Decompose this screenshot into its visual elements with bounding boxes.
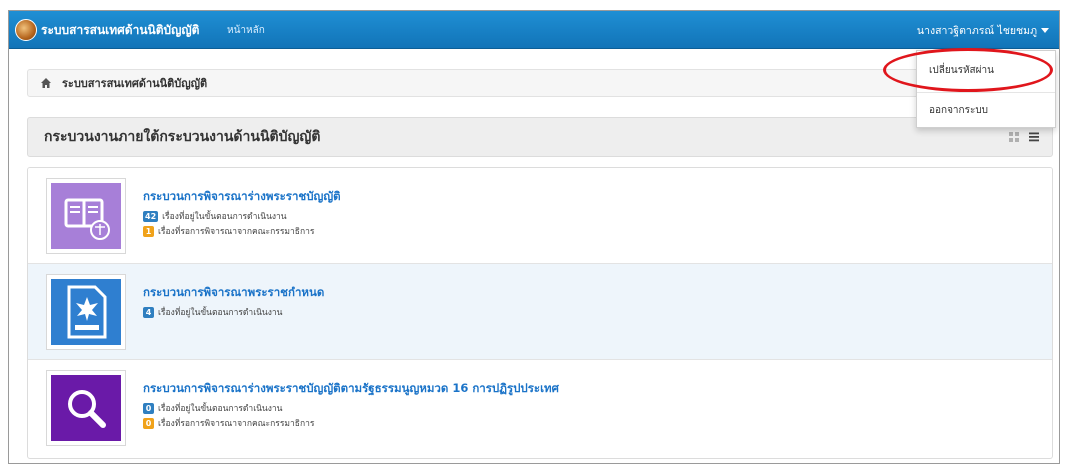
document-decree-icon [51,279,121,345]
status-text: เรื่องที่อยู่ในขั้นตอนการดำเนินงาน [162,212,287,222]
list-item[interactable]: กระบวนการพิจารณาร่างพระราชบัญญัติตามรัฐธ… [28,360,1052,456]
status-line: 0 เรื่องที่อยู่ในขั้นตอนการดำเนินงาน [143,401,282,415]
count-badge: 0 [143,402,154,414]
status-text: เรื่องที่รอการพิจารณาจากคณะกรรมาธิการ [158,419,315,429]
brand-title: ระบบสารสนเทศด้านนิติบัญญัติ [41,22,200,37]
highlight-annotation-circle [883,48,1053,92]
thumbnail[interactable] [46,178,126,254]
status-line: 0 เรื่องที่รอการพิจารณาจากคณะกรรมาธิการ [143,416,314,430]
list-view-icon[interactable] [1028,131,1040,143]
thumbnail[interactable] [46,370,126,446]
list-item[interactable]: กระบวนการพิจารณาร่างพระราชบัญญัติ 42 เรื… [28,168,1052,264]
status-text: เรื่องที่รอการพิจารณาจากคณะกรรมาธิการ [158,227,315,237]
process-title-link[interactable]: กระบวนการพิจารณาพระราชกำหนด [143,284,324,302]
book-scale-icon [51,183,121,249]
count-badge: 42 [143,210,159,222]
logout-menu-item[interactable]: ออกจากระบบ [917,95,1055,125]
count-badge: 1 [143,225,154,237]
top-navbar: ระบบสารสนเทศด้านนิติบัญญัติ หน้าหลัก นาง… [9,11,1059,49]
process-title-link[interactable]: กระบวนการพิจารณาร่างพระราชบัญญัติตามรัฐธ… [143,380,559,398]
home-icon[interactable] [40,77,52,89]
count-badge: 0 [143,417,154,429]
status-text: เรื่องที่อยู่ในขั้นตอนการดำเนินงาน [158,308,283,318]
dropdown-divider [917,92,1055,93]
section-header: กระบวนงานภายใต้กระบวนงานด้านนิติบัญญัติ [27,117,1053,157]
status-text: เรื่องที่อยู่ในขั้นตอนการดำเนินงาน [158,404,283,414]
list-item[interactable]: กระบวนการพิจารณาพระราชกำหนด 4 เรื่องที่อ… [28,264,1052,360]
process-list: กระบวนการพิจารณาร่างพระราชบัญญัติ 42 เรื… [27,167,1053,459]
thumbnail[interactable] [46,274,126,350]
nav-home-link[interactable]: หน้าหลัก [227,23,265,38]
brand[interactable]: ระบบสารสนเทศด้านนิติบัญญัติ [15,19,199,41]
status-line: 42 เรื่องที่อยู่ในขั้นตอนการดำเนินงาน [143,209,287,223]
breadcrumb-current: ระบบสารสนเทศด้านนิติบัญญัติ [62,77,208,90]
status-line: 4 เรื่องที่อยู่ในขั้นตอนการดำเนินงาน [143,305,282,319]
process-title-link[interactable]: กระบวนการพิจารณาร่างพระราชบัญญัติ [143,188,341,206]
app-window: ระบบสารสนเทศด้านนิติบัญญัติ หน้าหลัก นาง… [8,10,1060,464]
brand-logo-icon [15,19,37,41]
status-line: 1 เรื่องที่รอการพิจารณาจากคณะกรรมาธิการ [143,224,314,238]
count-badge: 4 [143,306,154,318]
section-title: กระบวนงานภายใต้กระบวนงานด้านนิติบัญญัติ [44,129,321,145]
user-name: นางสาวฐิตาภรณ์ ไชยชมภู [916,25,1037,37]
user-menu-toggle[interactable]: นางสาวฐิตาภรณ์ ไชยชมภู [917,22,1049,39]
grid-view-icon[interactable] [1008,131,1020,143]
caret-down-icon [1041,28,1049,33]
view-toggle [1008,131,1040,143]
magnifier-icon [51,375,121,441]
